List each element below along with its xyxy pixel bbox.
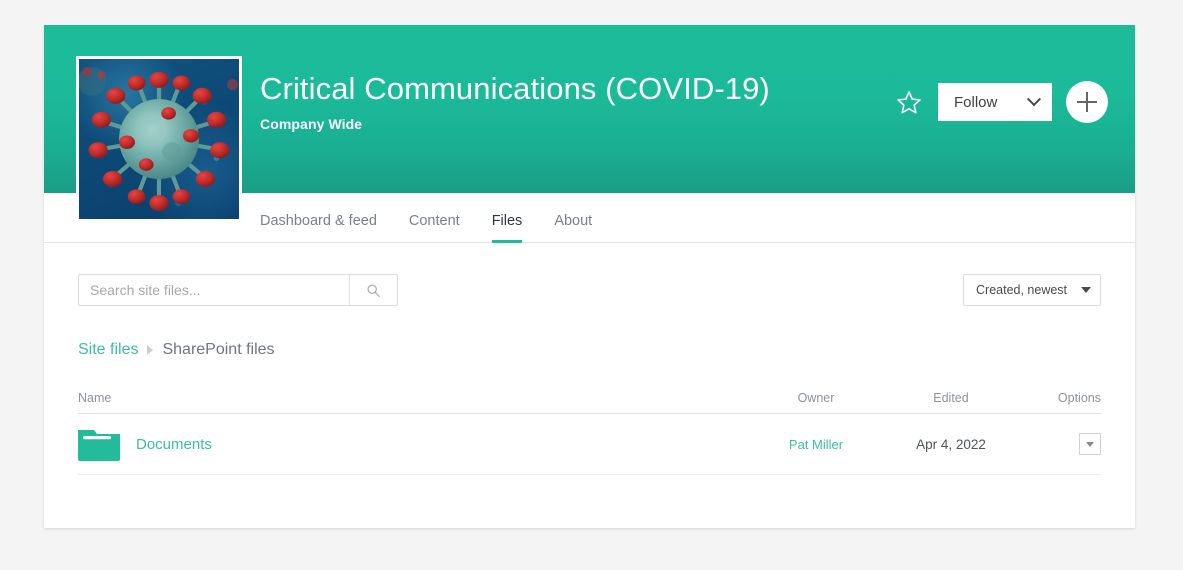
table-header-row: Name Owner Edited Options	[78, 391, 1101, 414]
files-toolbar: Created, newest	[78, 274, 1101, 306]
file-link-documents[interactable]: Documents	[136, 436, 212, 453]
breadcrumb: Site files SharePoint files	[78, 341, 1101, 359]
folder-icon	[78, 427, 120, 461]
covid-19-virus-image	[79, 59, 239, 219]
tab-content[interactable]: Content	[409, 213, 460, 242]
star-outline-icon[interactable]	[894, 87, 924, 117]
site-subtitle: Company Wide	[260, 115, 363, 132]
caret-down-icon	[1081, 287, 1091, 293]
files-table: Name Owner Edited Options Documents Pat …	[78, 391, 1101, 475]
files-body: Created, newest Site files SharePoint fi…	[44, 243, 1135, 475]
cell-owner[interactable]: Pat Miller	[741, 413, 891, 475]
tab-about[interactable]: About	[554, 213, 592, 242]
file-name-cell: Documents	[78, 427, 741, 461]
search-icon[interactable]	[349, 275, 397, 305]
column-header-edited: Edited	[891, 391, 1011, 414]
chevron-down-icon	[1026, 92, 1042, 107]
column-header-owner: Owner	[741, 391, 891, 414]
sort-dropdown-label: Created, newest	[976, 283, 1068, 297]
breadcrumb-site-files[interactable]: Site files	[78, 341, 138, 359]
table-row: Documents Pat Miller Apr 4, 2022	[78, 413, 1101, 475]
tab-files[interactable]: Files	[491, 213, 522, 243]
site-card: Critical Communications (COVID-19) Compa…	[44, 25, 1135, 528]
virus-illustration	[79, 67, 239, 211]
column-header-options: Options	[1011, 391, 1101, 414]
sort-dropdown[interactable]: Created, newest	[963, 274, 1101, 306]
site-banner: Critical Communications (COVID-19) Compa…	[44, 25, 1135, 222]
search-site-files	[78, 274, 398, 306]
breadcrumb-current: SharePoint files	[162, 341, 275, 358]
page-title: Critical Communications (COVID-19)	[260, 71, 770, 106]
chevron-right-icon	[147, 345, 154, 355]
column-header-name: Name	[78, 391, 741, 414]
add-button[interactable]	[1066, 81, 1108, 123]
follow-button[interactable]: Follow	[938, 83, 1052, 121]
cell-edited: Apr 4, 2022	[891, 413, 1011, 475]
follow-button-label: Follow	[954, 93, 998, 111]
cell-options	[1011, 413, 1101, 475]
search-input[interactable]	[79, 275, 349, 305]
banner-text-block: Critical Communications (COVID-19) Compa…	[260, 71, 770, 132]
files-table-body: Documents Pat Miller Apr 4, 2022	[78, 413, 1101, 475]
caret-down-icon	[1086, 441, 1094, 447]
files-table-head: Name Owner Edited Options	[78, 391, 1101, 414]
tab-dashboard-feed[interactable]: Dashboard & feed	[260, 213, 377, 242]
row-options-button[interactable]	[1079, 433, 1101, 455]
banner-actions: Follow	[894, 81, 1108, 123]
cell-name: Documents	[78, 413, 741, 475]
site-thumbnail	[76, 56, 242, 222]
